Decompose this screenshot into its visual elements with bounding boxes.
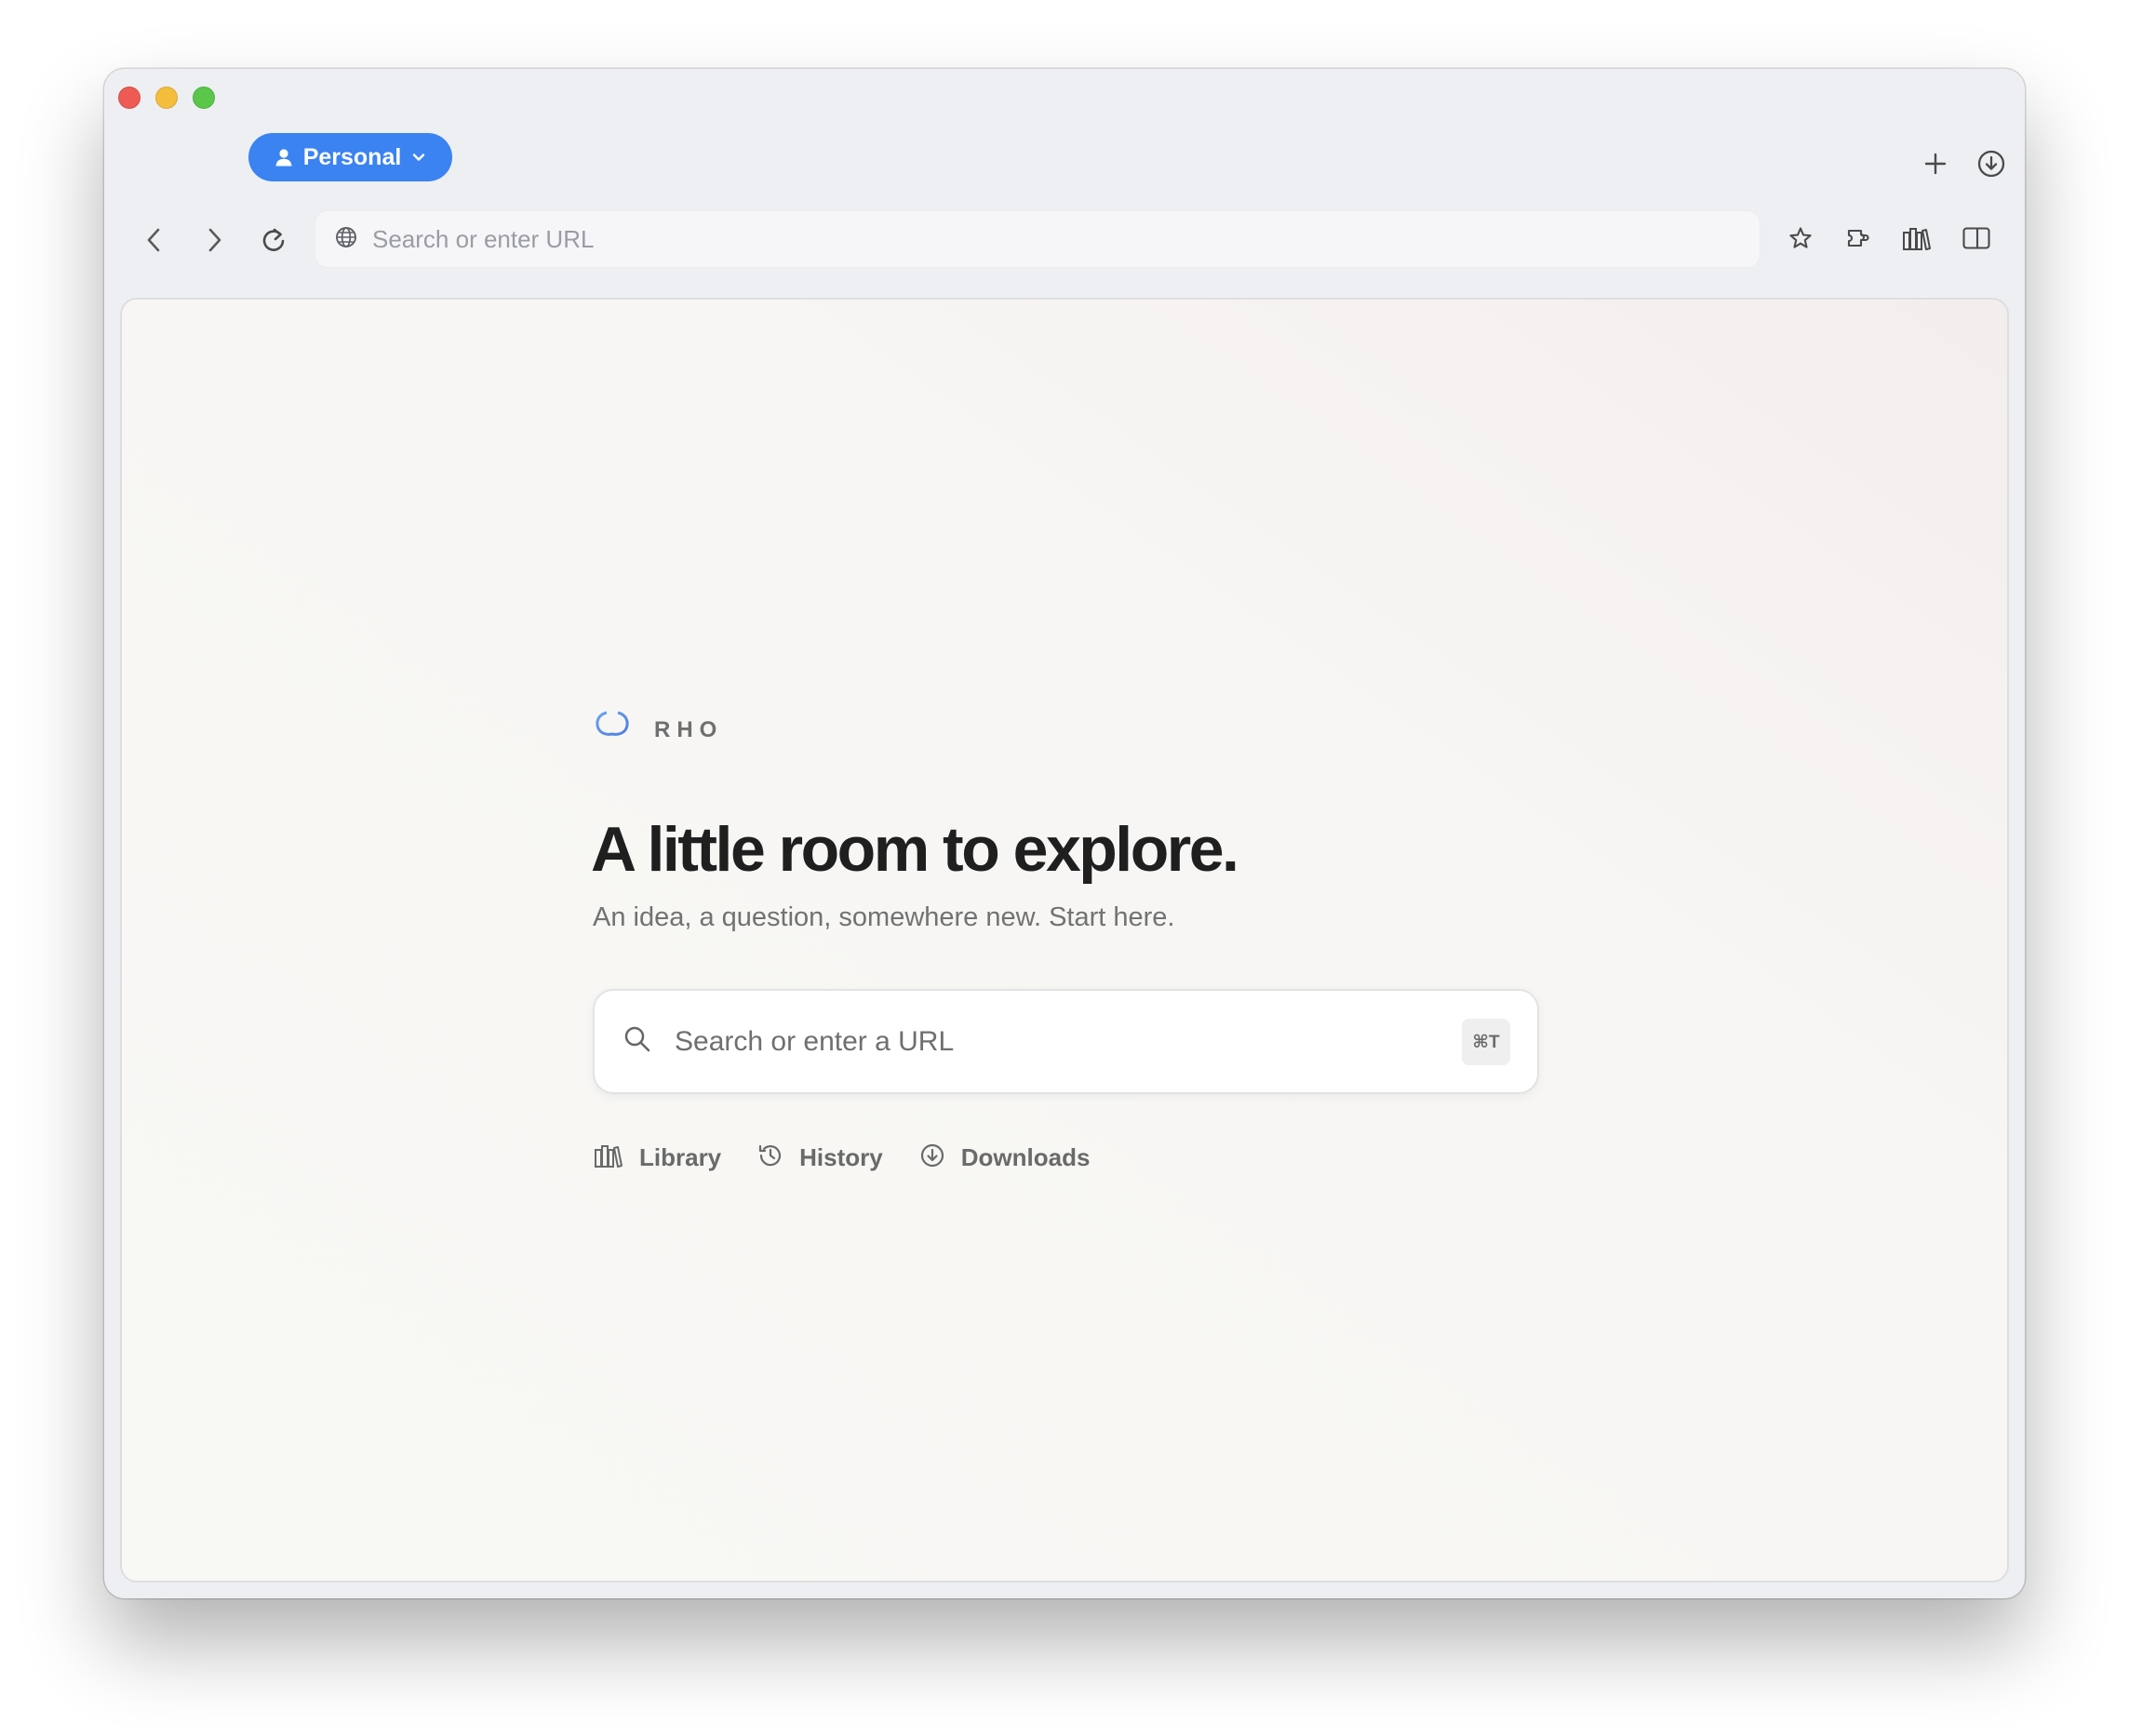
reload-button[interactable] bbox=[253, 220, 294, 260]
close-window-button[interactable] bbox=[118, 87, 141, 109]
bookmark-button[interactable] bbox=[1780, 218, 1821, 259]
person-icon bbox=[274, 147, 294, 167]
download-circle-icon bbox=[1976, 149, 2006, 179]
quick-links: Library History Downloads bbox=[593, 1142, 1125, 1174]
brand-name: RHO bbox=[654, 717, 724, 742]
reload-icon bbox=[260, 226, 288, 254]
quick-link-downloads[interactable]: Downloads bbox=[918, 1142, 1091, 1174]
new-tab-button[interactable] bbox=[1917, 145, 1954, 182]
downloads-button[interactable] bbox=[1971, 143, 2012, 184]
brand-logo: RHO bbox=[591, 703, 723, 757]
keyboard-shortcut-badge: ⌘T bbox=[1462, 1019, 1510, 1065]
browser-window: Personal Search or enter URL RHO A littl… bbox=[104, 69, 2025, 1598]
chevron-down-icon bbox=[410, 149, 427, 166]
page-headline: A little room to explore. bbox=[591, 814, 1239, 885]
sidebar-toggle-button[interactable] bbox=[1956, 218, 1997, 259]
quick-link-history[interactable]: History bbox=[757, 1142, 883, 1174]
quick-link-library[interactable]: Library bbox=[593, 1142, 721, 1174]
new-tab-page: RHO A little room to explore. An idea, a… bbox=[120, 298, 2009, 1582]
library-icon bbox=[1901, 224, 1933, 252]
address-bar[interactable]: Search or enter URL bbox=[315, 210, 1761, 268]
library-button[interactable] bbox=[1896, 218, 1937, 259]
back-button[interactable] bbox=[136, 221, 173, 259]
library-icon bbox=[593, 1142, 624, 1174]
search-placeholder: Search or enter a URL bbox=[675, 1025, 955, 1057]
quick-link-label: Library bbox=[639, 1143, 722, 1171]
history-icon bbox=[757, 1142, 784, 1174]
address-bar-placeholder: Search or enter URL bbox=[372, 224, 595, 253]
page-subheading: An idea, a question, somewhere new. Star… bbox=[593, 902, 1175, 932]
globe-icon bbox=[335, 226, 357, 253]
profile-label: Personal bbox=[302, 143, 402, 170]
extensions-button[interactable] bbox=[1839, 218, 1880, 259]
quick-link-label: Downloads bbox=[960, 1143, 1091, 1171]
quick-link-label: History bbox=[799, 1143, 883, 1171]
search-icon bbox=[623, 1024, 652, 1059]
maximize-window-button[interactable] bbox=[193, 87, 215, 109]
minimize-window-button[interactable] bbox=[155, 87, 178, 109]
star-icon bbox=[1788, 225, 1814, 251]
back-arrow-icon bbox=[142, 226, 167, 254]
phi-logo-icon bbox=[596, 704, 629, 756]
extension-icon bbox=[1845, 225, 1873, 251]
forward-button[interactable] bbox=[195, 221, 233, 259]
profile-switcher-button[interactable]: Personal bbox=[248, 133, 452, 181]
search-input[interactable]: Search or enter a URL ⌘T bbox=[593, 989, 1539, 1094]
sidebar-icon bbox=[1962, 225, 1991, 251]
forward-arrow-icon bbox=[202, 226, 226, 254]
plus-icon bbox=[1923, 152, 1948, 176]
download-circle-icon bbox=[918, 1142, 946, 1174]
